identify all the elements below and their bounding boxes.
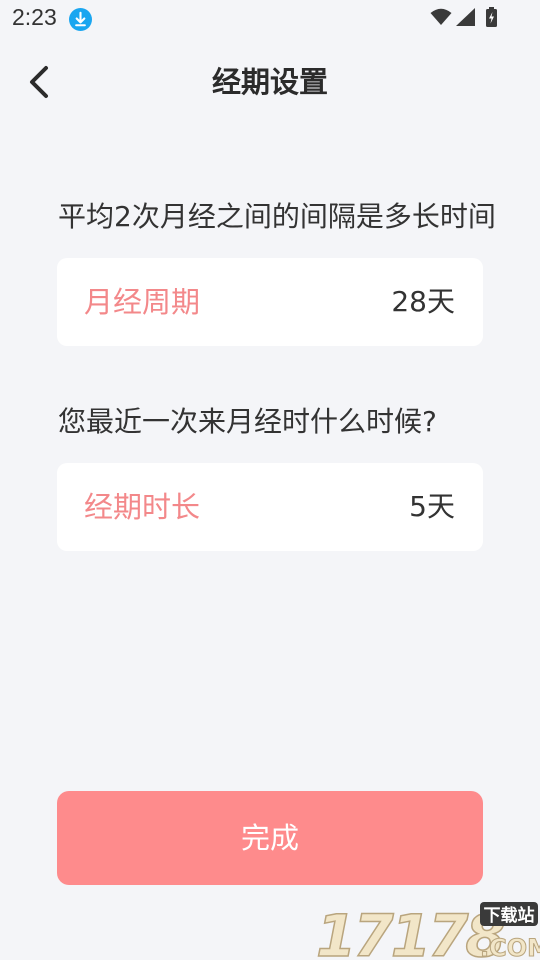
period-question: 您最近一次来月经时什么时候? <box>58 405 437 438</box>
signal-icon <box>456 8 475 26</box>
download-icon <box>69 8 92 31</box>
wifi-icon <box>430 8 452 25</box>
cycle-length-value: 28天 <box>391 285 455 318</box>
cycle-length-row[interactable]: 月经周期 28天 <box>57 258 483 346</box>
status-bar: 2:23 <box>0 0 540 38</box>
period-length-label: 经期时长 <box>84 490 201 524</box>
status-time: 2:23 <box>12 4 57 30</box>
watermark-tag: 下载站 <box>484 905 535 926</box>
watermark-number: 17178 <box>316 902 504 960</box>
period-length-value: 5天 <box>409 490 455 523</box>
header: 经期设置 <box>0 52 540 112</box>
battery-icon <box>486 7 497 27</box>
page-title: 经期设置 <box>211 65 328 99</box>
cycle-length-label: 月经周期 <box>84 285 201 319</box>
done-button-label: 完成 <box>240 821 299 855</box>
period-length-row[interactable]: 经期时长 5天 <box>57 463 483 551</box>
done-button[interactable]: 完成 <box>57 791 483 885</box>
watermark-logo: 17178 下载站 .COM <box>315 901 540 960</box>
watermark-suffix: .COM <box>480 934 540 960</box>
cycle-question: 平均2次月经之间的间隔是多长时间 <box>58 200 496 233</box>
